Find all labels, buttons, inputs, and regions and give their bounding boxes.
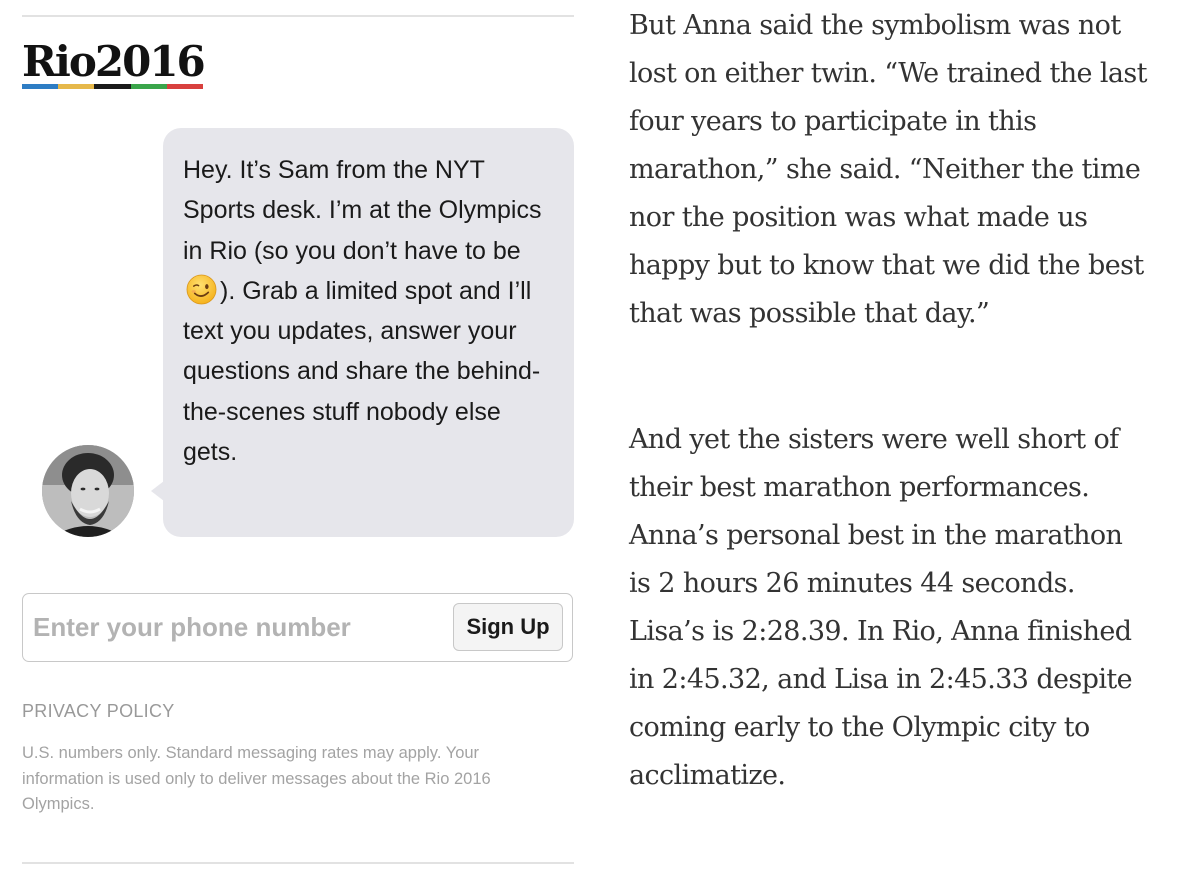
rio2016-logo: Rio2016 — [22, 37, 206, 89]
stripe-green — [130, 84, 167, 89]
sign-up-button[interactable]: Sign Up — [453, 603, 563, 651]
bubble-text-part-2: ). Grab a limited spot and I’ll text you… — [183, 276, 541, 467]
bubble-text-part-1: Hey. It’s Sam from the NYT Sports desk. … — [183, 156, 542, 265]
logo-text: Rio2016 — [22, 37, 206, 86]
stripe-black — [94, 84, 131, 89]
logo-olympic-stripe — [22, 84, 204, 89]
sam-avatar — [42, 445, 134, 537]
stripe-blue — [22, 84, 59, 89]
article-paragraph: And yet the sisters were well short of t… — [629, 424, 1133, 791]
bubble-message: Hey. It’s Sam from the NYT Sports desk. … — [183, 150, 554, 472]
bottom-divider — [22, 862, 574, 864]
winking-face-emoji-icon — [186, 274, 217, 305]
privacy-policy-link[interactable]: PRIVACY POLICY — [22, 701, 175, 722]
top-divider — [22, 15, 574, 17]
stripe-red — [166, 84, 204, 89]
chat-bubble: Hey. It’s Sam from the NYT Sports desk. … — [151, 128, 574, 537]
phone-number-input[interactable] — [33, 606, 443, 648]
sms-signup-module: Rio2016 Hey. It’s Sam from the NYT Sport… — [22, 0, 574, 885]
sms-disclaimer: U.S. numbers only. Standard messaging ra… — [22, 744, 491, 813]
bubble-tail — [151, 481, 164, 501]
phone-signup-form: Sign Up — [22, 593, 573, 662]
stripe-yellow — [58, 84, 95, 89]
article-paragraph: But Anna said the symbolism was not lost… — [629, 10, 1148, 329]
